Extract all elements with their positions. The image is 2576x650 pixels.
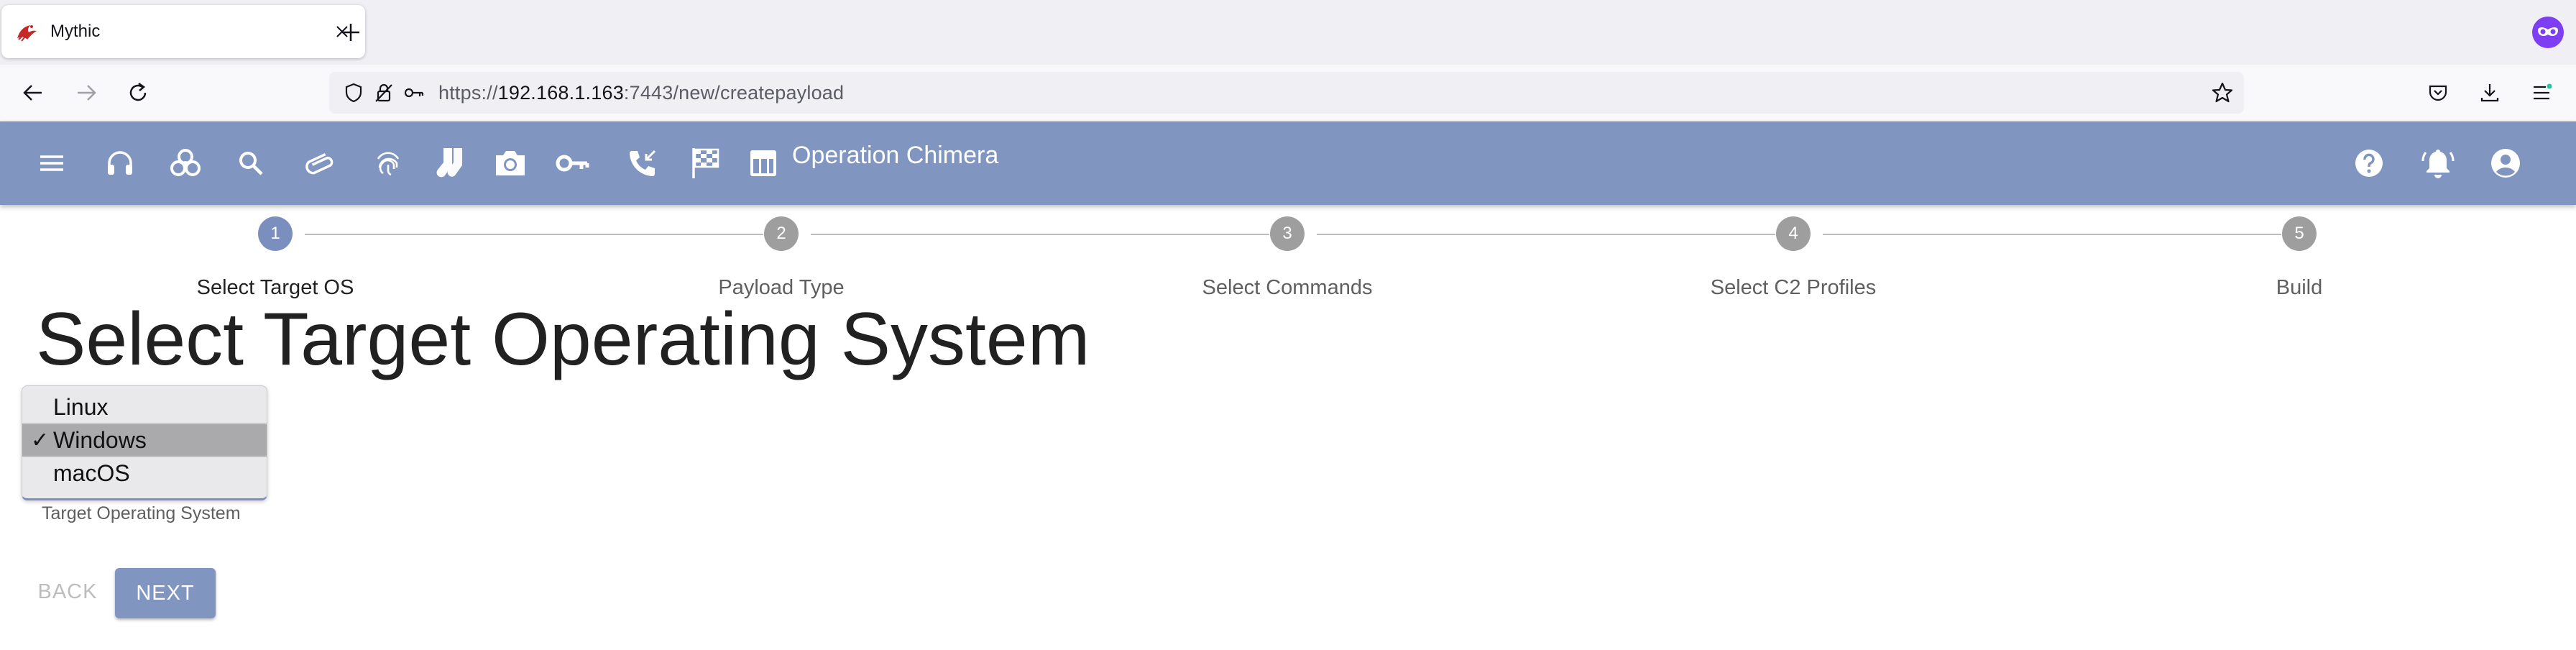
help-icon[interactable] [2349,143,2389,183]
os-option-windows[interactable]: ✓ Windows [22,424,267,457]
checkered-flag-icon[interactable] [686,143,726,183]
step-5-circle: 5 [2282,216,2317,251]
menu-icon[interactable] [32,143,72,183]
reload-icon[interactable] [119,74,157,111]
step-connector [811,234,1269,235]
headphones-icon[interactable] [100,143,140,183]
dashboard-table-icon[interactable] [743,143,783,183]
password-key-icon[interactable] [400,78,428,107]
forward-arrow-icon[interactable] [68,74,105,111]
insecure-lock-icon[interactable] [369,78,398,107]
step-3-circle: 3 [1270,216,1305,251]
socks-icon[interactable] [431,143,472,183]
step-connector [1823,234,2281,235]
back-arrow-icon[interactable] [14,74,52,111]
account-icon[interactable] [2485,143,2526,183]
checkmark-icon: ✓ [31,428,50,452]
operation-title[interactable]: Operation Chimera [792,142,998,170]
url-bar[interactable]: https://192.168.1.163:7443/new/createpay… [329,72,2244,114]
browser-tab-mythic[interactable]: Mythic [1,5,365,58]
target-os-helper-label: Target Operating System [42,503,241,523]
tab-title: Mythic [50,22,101,41]
notifications-icon[interactable] [2418,143,2458,183]
pocket-icon[interactable] [2419,74,2457,111]
step-4-circle: 4 [1776,216,1811,251]
os-option-macos[interactable]: macOS [22,457,267,490]
step-connector [305,234,763,235]
camera-icon[interactable] [490,143,530,183]
phone-callback-icon[interactable] [622,143,663,183]
private-mask-icon[interactable] [2531,16,2564,49]
browser-navigation-bar: https://192.168.1.163:7443/new/createpay… [0,65,2576,122]
step-3-label: Select Commands [1202,276,1373,299]
biohazard-icon[interactable] [165,143,206,183]
new-tab-plus-icon[interactable] [334,16,367,49]
next-button[interactable]: NEXT [115,568,216,618]
fingerprint-icon[interactable] [368,143,408,183]
step-connector [1317,234,1775,235]
step-5-label: Build [2276,276,2323,299]
page-heading: Select Target Operating System [36,298,1090,381]
step-4-label: Select C2 Profiles [1710,276,1877,299]
browser-tab-strip: Mythic [0,0,2576,65]
url-text[interactable]: https://192.168.1.163:7443/new/createpay… [438,82,844,104]
tracking-shield-icon[interactable] [339,78,368,107]
step-1-circle: 1 [258,216,293,251]
downloads-icon[interactable] [2471,74,2508,111]
os-select-dropdown[interactable]: Linux ✓ Windows macOS [22,385,267,500]
back-button[interactable]: BACK [30,574,105,610]
step-2-circle: 2 [764,216,799,251]
bookmark-star-icon[interactable] [2208,78,2237,107]
search-icon[interactable] [231,143,271,183]
key-icon[interactable] [553,143,593,183]
os-option-linux[interactable]: Linux [22,390,267,424]
app-menu-icon[interactable] [2523,74,2560,111]
app-header: Operation Chimera [0,122,2576,205]
paperclip-icon[interactable] [300,143,341,183]
mythic-logo-icon [17,25,37,42]
